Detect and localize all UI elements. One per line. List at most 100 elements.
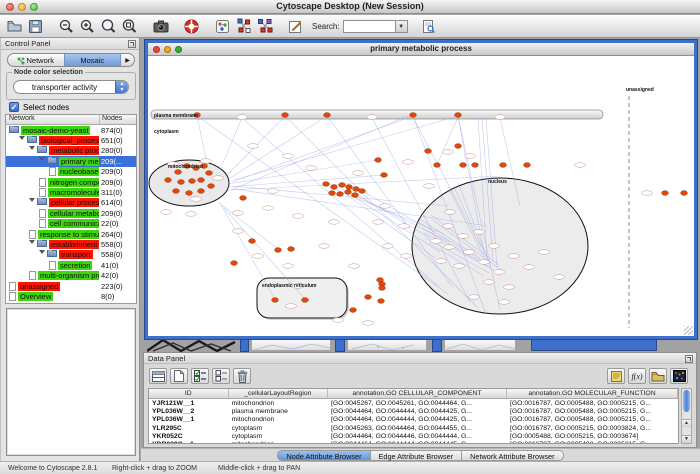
network-node-selected[interactable] — [378, 299, 385, 304]
background-frame-strip[interactable] — [347, 339, 427, 351]
network-node[interactable] — [499, 300, 510, 305]
network-node[interactable] — [161, 210, 172, 215]
network-node-selected[interactable] — [365, 295, 372, 300]
network-node[interactable] — [504, 285, 515, 290]
network-node[interactable] — [554, 275, 565, 280]
network-node-selected[interactable] — [186, 191, 193, 196]
network-node[interactable] — [233, 229, 244, 234]
network-node[interactable] — [319, 244, 330, 249]
network-node[interactable] — [283, 264, 294, 269]
column-header[interactable]: annotation.GO CELLULAR_COMPONENT — [328, 389, 507, 398]
network-node[interactable] — [201, 159, 212, 164]
network-node[interactable] — [248, 144, 259, 149]
network-node[interactable] — [443, 224, 454, 229]
node-color-combobox[interactable]: transporter activity ▲▼ — [13, 80, 129, 94]
delete-attribute-icon[interactable] — [233, 368, 251, 384]
tree-item-primary-metabo[interactable]: primary metabo209(... — [6, 156, 136, 166]
network-node-selected[interactable] — [288, 247, 295, 252]
network-node-selected[interactable] — [379, 286, 386, 291]
network-node-selected[interactable] — [359, 189, 366, 194]
combo-stepper-icon[interactable]: ▲▼ — [115, 81, 128, 93]
network-node[interactable] — [383, 244, 394, 249]
tree-item-cellular-metabo[interactable]: cellular metabo209(0) — [6, 208, 136, 218]
network-node-selected[interactable] — [381, 173, 388, 178]
tree-item-unassigned[interactable]: unassigned223(0) — [6, 281, 136, 291]
network-node[interactable] — [479, 260, 490, 265]
network-node-selected[interactable] — [337, 192, 344, 197]
network-node[interactable] — [399, 224, 410, 229]
zoom-out-icon[interactable] — [57, 17, 76, 36]
network-node[interactable] — [494, 270, 505, 275]
network-node[interactable] — [443, 150, 454, 155]
network-node-selected[interactable] — [175, 170, 182, 175]
network-node-selected[interactable] — [352, 193, 359, 198]
tab-mosaic[interactable]: Mosaic — [64, 54, 122, 66]
network-node-selected[interactable] — [208, 184, 215, 189]
network-node[interactable] — [329, 220, 340, 225]
network-node-selected[interactable] — [189, 179, 196, 184]
network-node-selected[interactable] — [249, 239, 256, 244]
network-node[interactable] — [465, 154, 476, 159]
tab-network-attribute-browser[interactable]: Network Attribute Browser — [462, 450, 563, 461]
network-node-selected[interactable] — [339, 183, 346, 188]
network-node[interactable] — [233, 211, 244, 216]
tree-item-biological-process[interactable]: biological_process651(0) — [6, 135, 136, 145]
float-data-panel-icon[interactable] — [685, 355, 693, 363]
network-node[interactable] — [213, 176, 224, 181]
import-attributes-icon[interactable] — [649, 368, 667, 384]
network-node-selected[interactable] — [272, 298, 279, 303]
save-icon[interactable] — [26, 17, 45, 36]
expand-triangle-icon[interactable] — [39, 157, 45, 161]
background-frame-edge[interactable] — [240, 338, 249, 352]
network-node-selected[interactable] — [198, 189, 205, 194]
float-panel-icon[interactable] — [128, 40, 136, 48]
network-frame-titlebar[interactable]: primary metabolic process — [148, 43, 694, 56]
network-node[interactable] — [445, 210, 456, 215]
table-row[interactable]: YKR052Ccytoplasm[GO:0044464, GO:0044446,… — [149, 432, 678, 440]
select-nodes-checkbox[interactable]: ✓ — [9, 102, 19, 112]
background-frame-titlebar[interactable] — [531, 339, 657, 351]
network-node-selected[interactable] — [302, 298, 309, 303]
background-frame-strip[interactable] — [444, 339, 516, 351]
network-node-selected[interactable] — [662, 191, 669, 196]
network-node-selected[interactable] — [350, 308, 357, 313]
tree-item-multi-organism-pro[interactable]: multi-organism pro42(0) — [6, 270, 136, 280]
network-node[interactable] — [458, 234, 469, 239]
network-node[interactable] — [495, 115, 506, 120]
table-row[interactable]: YDR039C__1mitochondrion[GO:0044464, GO:0… — [149, 440, 678, 444]
snapshot-icon[interactable] — [151, 17, 170, 36]
unselect-attributes-icon[interactable] — [212, 368, 230, 384]
scrollbar-thumb[interactable] — [683, 390, 690, 412]
network-node-selected[interactable] — [324, 113, 331, 118]
tree-item-establishment-of-lo[interactable]: establishment of lo558(0) — [6, 239, 136, 249]
column-header[interactable]: ID — [149, 389, 229, 398]
tab-network[interactable]: Network — [8, 54, 64, 66]
network-node-selected[interactable] — [460, 163, 467, 168]
background-frame-strip[interactable] — [251, 339, 331, 351]
network-node[interactable] — [454, 264, 465, 269]
new-attribute-icon[interactable] — [170, 368, 188, 384]
network-node-selected[interactable] — [323, 182, 330, 187]
tree-item-metabolic-process[interactable]: metabolic process280(0) — [6, 146, 136, 156]
expand-triangle-icon[interactable] — [39, 250, 45, 254]
search-dropdown-icon[interactable]: ▼ — [395, 20, 408, 33]
network-node-selected[interactable] — [472, 163, 479, 168]
scroll-down-icon[interactable]: ▼ — [682, 435, 691, 443]
network-node[interactable] — [575, 163, 586, 168]
network-node-selected[interactable] — [346, 185, 353, 190]
network-node[interactable] — [253, 254, 264, 259]
tree-item-nucleobase-[interactable]: nucleobase-209(0) — [6, 167, 136, 177]
network-node-selected[interactable] — [275, 248, 282, 253]
expand-triangle-icon[interactable] — [19, 136, 25, 140]
tree-item-cell-communicat[interactable]: cell communicat22(0) — [6, 219, 136, 229]
tree-col-nodes[interactable]: Nodes — [100, 115, 136, 124]
zoom-fit-icon[interactable] — [99, 17, 118, 36]
network-node[interactable] — [367, 115, 378, 120]
network-node[interactable] — [293, 214, 304, 219]
tree-col-network[interactable]: Network — [6, 115, 100, 124]
quick-find-icon[interactable] — [419, 17, 438, 36]
expand-triangle-icon[interactable] — [29, 198, 35, 202]
network-node-selected[interactable] — [455, 144, 462, 149]
network-node-selected[interactable] — [165, 178, 172, 183]
network-node[interactable] — [489, 244, 500, 249]
